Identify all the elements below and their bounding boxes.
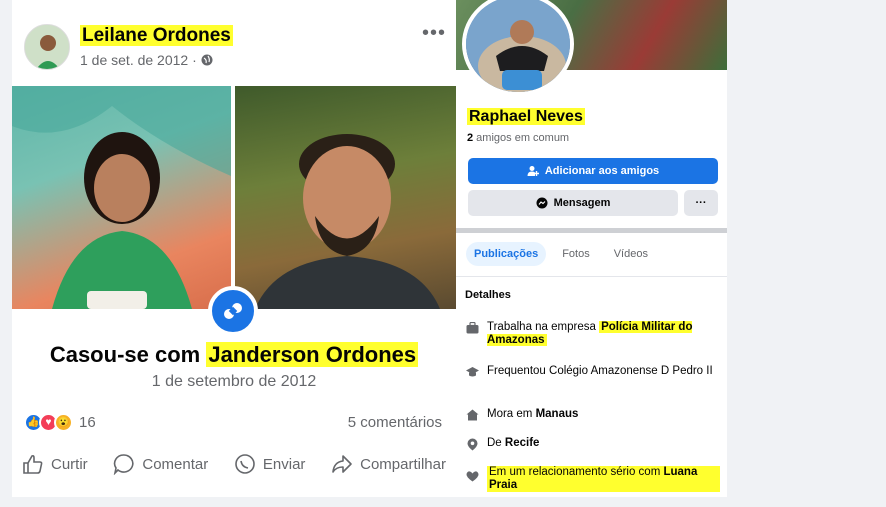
profile-card: Raphael Neves 2 amigos em comum Adiciona… — [456, 0, 727, 497]
detail-work: Trabalha na empresa Polícia Militar do A… — [465, 321, 720, 347]
life-event-date: 1 de setembro de 2012 — [151, 373, 317, 390]
heart-icon — [465, 471, 479, 482]
like-button[interactable]: Curtir — [22, 453, 88, 475]
message-button[interactable]: Mensagem — [468, 190, 678, 216]
comment-icon — [114, 454, 134, 475]
send-button[interactable]: Enviar — [234, 453, 305, 475]
post-date[interactable]: 1 de set. de 2012 · — [80, 52, 213, 68]
heart-link-icon — [224, 303, 242, 319]
wow-reaction-icon: 😮 — [54, 413, 73, 432]
share-button[interactable]: Compartilhar — [331, 453, 446, 475]
more-options-button[interactable]: ··· — [684, 190, 718, 216]
profile-tabs: Publicações Fotos Vídeos — [466, 242, 656, 266]
share-icon — [332, 455, 352, 473]
detail-education: Frequentou Colégio Amazonense D Pedro II — [465, 365, 720, 378]
tab-videos[interactable]: Vídeos — [606, 242, 656, 266]
author-avatar[interactable] — [24, 24, 70, 70]
details-heading: Detalhes — [465, 289, 511, 301]
tab-publicacoes[interactable]: Publicações — [466, 242, 547, 266]
post-author-name[interactable]: Leilane Ordones — [80, 25, 233, 47]
life-event-title: Casou-se com Janderson Ordones — [49, 342, 419, 367]
whatsapp-icon — [235, 454, 255, 474]
comment-button[interactable]: Comentar — [113, 453, 208, 475]
section-divider — [456, 228, 727, 233]
briefcase-icon — [466, 322, 478, 334]
bride-photo[interactable] — [12, 86, 231, 309]
messenger-icon — [536, 197, 548, 209]
life-event-badge — [208, 286, 258, 336]
comments-count[interactable]: 5 comentários — [348, 414, 442, 431]
reactions-summary[interactable]: 👍 ♥ 😮 16 — [24, 413, 96, 432]
groom-photo[interactable] — [235, 86, 456, 309]
mutual-friends[interactable]: 2 amigos em comum — [467, 132, 569, 144]
graduation-cap-icon — [465, 367, 479, 377]
profile-name[interactable]: Raphael Neves — [467, 108, 585, 126]
add-friend-button[interactable]: Adicionar aos amigos — [468, 158, 718, 184]
globe-icon — [201, 54, 213, 66]
detail-from: De Recife — [465, 437, 720, 451]
tabs-divider — [456, 276, 727, 277]
lives-city-link[interactable]: Manaus — [536, 408, 579, 420]
add-friend-icon — [527, 166, 539, 176]
profile-avatar[interactable] — [462, 0, 574, 96]
thumbs-up-icon — [23, 454, 43, 474]
detail-lives-in: Mora em Manaus — [465, 408, 720, 421]
post-card: Leilane Ordones 1 de set. de 2012 · ••• … — [12, 0, 456, 497]
post-options-button[interactable]: ••• — [422, 22, 446, 45]
home-icon — [466, 409, 478, 421]
tab-fotos[interactable]: Fotos — [554, 242, 598, 266]
from-city-link[interactable]: Recife — [505, 437, 540, 449]
location-pin-icon — [467, 438, 477, 451]
detail-relationship: Em um relacionamento sério com Luana Pra… — [465, 466, 720, 492]
post-actions: Curtir Comentar Enviar Compartilhar — [12, 453, 456, 475]
partner-link[interactable]: Janderson Ordones — [206, 342, 419, 367]
reaction-count: 16 — [79, 414, 96, 431]
